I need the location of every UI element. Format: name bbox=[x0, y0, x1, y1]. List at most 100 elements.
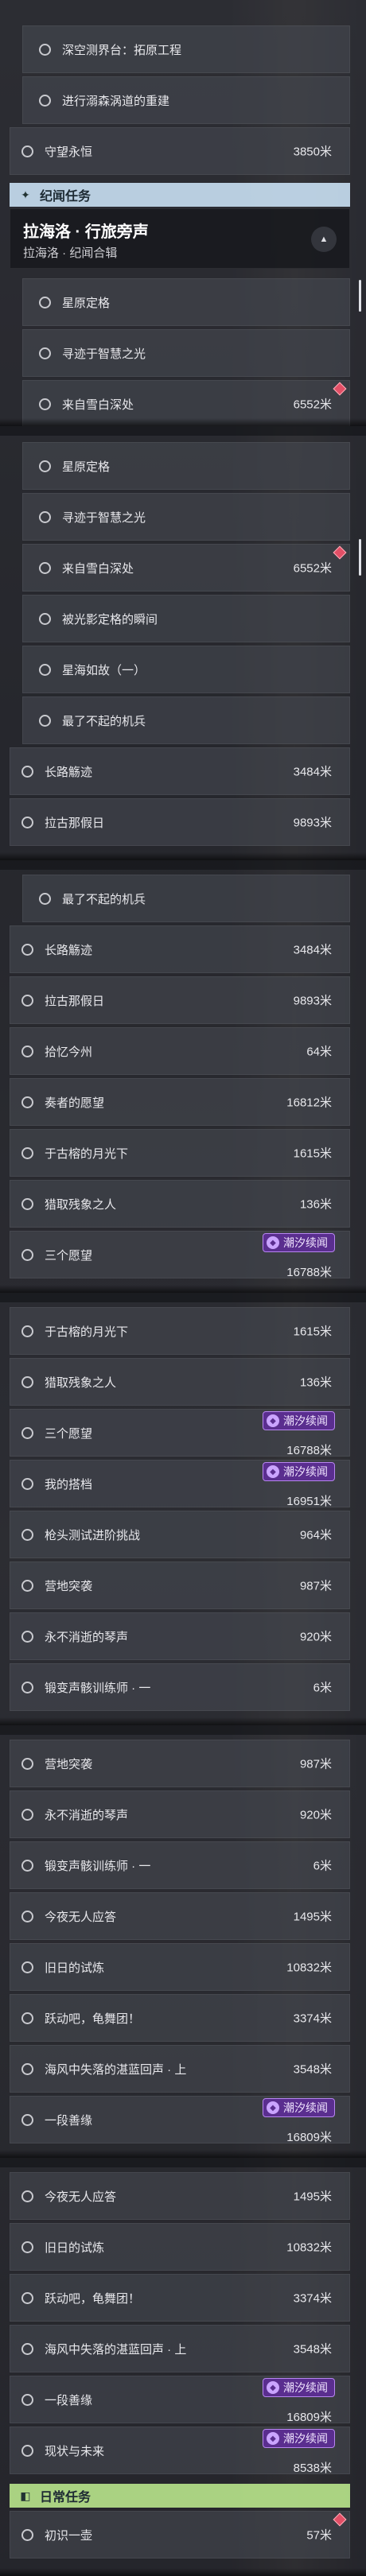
quest-ring-icon bbox=[21, 2062, 33, 2075]
quest-ring-icon bbox=[21, 145, 33, 157]
quest-distance: 16951米 bbox=[286, 1495, 332, 1508]
quest-label: 锻变声骸训练师 · 一 bbox=[45, 1681, 151, 1695]
tide-continuation-tag: ◆ 潮汐续闻 bbox=[263, 1462, 335, 1481]
quest-distance: 10832米 bbox=[286, 1961, 332, 1975]
quest-item[interactable]: 枪头测试进阶挑战 964米 bbox=[10, 1511, 350, 1558]
quest-item[interactable]: 今夜无人应答 1495米 bbox=[10, 2172, 350, 2220]
tide-icon: ◆ bbox=[267, 2381, 279, 2394]
tide-continuation-tag: ◆ 潮汐续闻 bbox=[263, 2098, 335, 2117]
quest-item[interactable]: 拉古那假日 9893米 bbox=[10, 798, 350, 846]
quest-item[interactable]: 守望永恒 3850米 bbox=[10, 127, 350, 175]
quest-label: 奏者的愿望 bbox=[45, 1096, 105, 1110]
quest-item[interactable]: 猎取残象之人 136米 bbox=[10, 1180, 350, 1228]
quest-item[interactable]: 进行溺森涡道的重建 bbox=[22, 76, 350, 124]
alert-diamond-icon bbox=[333, 545, 347, 560]
quest-item[interactable]: 最了不起的机兵 bbox=[22, 696, 350, 744]
quest-label: 猎取残象之人 bbox=[45, 1197, 117, 1212]
quest-item[interactable]: 旧日的试炼 10832米 bbox=[10, 2223, 350, 2271]
quest-ring-icon bbox=[21, 943, 33, 956]
quest-item[interactable]: 寻迹于智慧之光 bbox=[22, 329, 350, 377]
quest-item[interactable]: 于古榕的月光下 1615米 bbox=[10, 1129, 350, 1177]
quest-item[interactable]: 被光影定格的瞬间 bbox=[22, 595, 350, 642]
quest-item[interactable]: 跃动吧，龟舞团！ 3374米 bbox=[10, 1994, 350, 2042]
quest-label: 初识一壶 bbox=[45, 2528, 93, 2543]
panel-divider bbox=[0, 1293, 366, 1302]
quest-item[interactable]: 今夜无人应答 1495米 bbox=[10, 1892, 350, 1940]
tag-label: 潮汐续闻 bbox=[283, 1414, 328, 1427]
quest-item[interactable]: 跃动吧，龟舞团！ 3374米 bbox=[10, 2274, 350, 2322]
quest-ring-icon bbox=[21, 2012, 33, 2024]
quest-distance: 3548米 bbox=[293, 2062, 332, 2077]
quest-item[interactable]: 锻变声骸训练师 · 一 6米 bbox=[10, 1841, 350, 1889]
quest-distance: 16809米 bbox=[286, 2131, 332, 2144]
quest-item[interactable]: 来自雪白深处 6552米 bbox=[22, 544, 350, 592]
quest-item[interactable]: 奏者的愿望 16812米 bbox=[10, 1078, 350, 1126]
quest-label: 三个愿望 bbox=[45, 1248, 93, 1263]
quest-distance: 16809米 bbox=[286, 2411, 332, 2424]
quest-item[interactable]: 长路觞迹 3484米 bbox=[10, 747, 350, 795]
quest-item[interactable]: 寻迹于智慧之光 bbox=[22, 493, 350, 541]
quest-item[interactable]: 我的搭档 ◆ 潮汐续闻 16951米 bbox=[10, 1460, 350, 1508]
quest-ring-icon bbox=[21, 2113, 33, 2126]
section-header-ji-wen[interactable]: ✦ 纪闻任务 bbox=[10, 183, 350, 207]
panel-divider bbox=[0, 2158, 366, 2167]
tag-label: 潮汐续闻 bbox=[283, 1236, 328, 1249]
quest-ring-icon bbox=[39, 612, 51, 625]
quest-distance: 16788米 bbox=[286, 1266, 332, 1279]
quest-item[interactable]: 深空测界台：拓原工程 bbox=[22, 25, 350, 73]
tide-icon: ◆ bbox=[267, 2432, 279, 2445]
quest-item[interactable]: 锻变声骸训练师 · 一 6米 bbox=[10, 1663, 350, 1711]
quest-item[interactable]: 三个愿望 ◆ 潮汐续闻 16788米 bbox=[10, 1231, 350, 1279]
quest-item[interactable]: 营地突袭 987米 bbox=[10, 1740, 350, 1787]
quest-label: 今夜无人应答 bbox=[45, 2190, 117, 2204]
quest-item[interactable]: 三个愿望 ◆ 潮汐续闻 16788米 bbox=[10, 1409, 350, 1457]
quest-item[interactable]: 长路觞迹 3484米 bbox=[10, 925, 350, 973]
quest-label: 最了不起的机兵 bbox=[62, 714, 146, 728]
section-header-daily[interactable]: ◧ 日常任务 bbox=[10, 2484, 350, 2508]
quest-ring-icon bbox=[21, 1248, 33, 1261]
quest-item[interactable]: 初识一壶 57米 bbox=[10, 2511, 350, 2559]
quest-list-panel-1: 深空测界台：拓原工程 进行溺森涡道的重建 守望永恒 3850米 ✦ 纪闻任务 拉… bbox=[0, 0, 366, 426]
scrollbar[interactable] bbox=[359, 539, 361, 576]
quest-item[interactable]: 拾忆今州 64米 bbox=[10, 1027, 350, 1075]
quest-item[interactable]: 现状与未来 ◆ 潮汐续闻 8538米 bbox=[10, 2427, 350, 2475]
quest-item[interactable]: 星海如故（一） bbox=[22, 646, 350, 693]
scrollbar[interactable] bbox=[359, 280, 361, 312]
quest-item[interactable]: 旧日的试炼 10832米 bbox=[10, 1943, 350, 1991]
quest-distance: 1615米 bbox=[293, 1146, 332, 1161]
quest-ring-icon bbox=[39, 510, 51, 523]
quest-item[interactable]: 最了不起的机兵 bbox=[22, 875, 350, 922]
quest-group-header[interactable]: 拉海洛 · 行旅旁声 拉海洛 · 纪闻合辑 ▲ bbox=[10, 208, 350, 269]
quest-item[interactable]: 猎取残象之人 136米 bbox=[10, 1358, 350, 1406]
quest-list-panel-6: 今夜无人应答 1495米 旧日的试炼 10832米 跃动吧，龟舞团！ 3374米… bbox=[0, 2167, 366, 2576]
quest-item[interactable]: 星原定格 bbox=[22, 278, 350, 326]
quest-item[interactable]: 星原定格 bbox=[22, 442, 350, 490]
quest-ring-icon bbox=[39, 296, 51, 308]
section-title: 日常任务 bbox=[40, 2491, 92, 2504]
quest-item[interactable]: 永不消逝的琴声 920米 bbox=[10, 1612, 350, 1660]
tag-label: 潮汐续闻 bbox=[283, 1465, 328, 1478]
quest-label: 一段善缘 bbox=[45, 2393, 93, 2407]
quest-distance: 136米 bbox=[299, 1375, 332, 1390]
quest-item[interactable]: 来自雪白深处 6552米 bbox=[22, 380, 350, 426]
quest-ring-icon bbox=[39, 43, 51, 56]
quest-ring-icon bbox=[39, 398, 51, 410]
quest-ring-icon bbox=[21, 1681, 33, 1693]
quest-ring-icon bbox=[21, 816, 33, 828]
quest-item[interactable]: 营地突袭 987米 bbox=[10, 1562, 350, 1609]
quest-distance: 6552米 bbox=[293, 398, 332, 412]
quest-label: 旧日的试炼 bbox=[45, 2240, 105, 2255]
quest-item[interactable]: 一段善缘 ◆ 潮汐续闻 16809米 bbox=[10, 2096, 350, 2144]
quest-item[interactable]: 海风中失落的湛蓝回声 · 上 3548米 bbox=[10, 2325, 350, 2372]
quest-item[interactable]: 永不消逝的琴声 920米 bbox=[10, 1790, 350, 1838]
quest-ring-icon bbox=[21, 2342, 33, 2355]
quest-label: 跃动吧，龟舞团！ bbox=[45, 2012, 141, 2026]
alert-diamond-icon bbox=[333, 382, 347, 396]
quest-item[interactable]: 于古榕的月光下 1615米 bbox=[10, 1307, 350, 1355]
quest-item[interactable]: 海风中失落的湛蓝回声 · 上 3548米 bbox=[10, 2045, 350, 2093]
quest-item[interactable]: 拉古那假日 9893米 bbox=[10, 976, 350, 1024]
quest-label: 星原定格 bbox=[62, 460, 111, 474]
tide-continuation-tag: ◆ 潮汐续闻 bbox=[263, 1233, 335, 1252]
quest-item[interactable]: 一段善缘 ◆ 潮汐续闻 16809米 bbox=[10, 2376, 350, 2424]
collapse-icon[interactable]: ▲ bbox=[311, 227, 337, 252]
